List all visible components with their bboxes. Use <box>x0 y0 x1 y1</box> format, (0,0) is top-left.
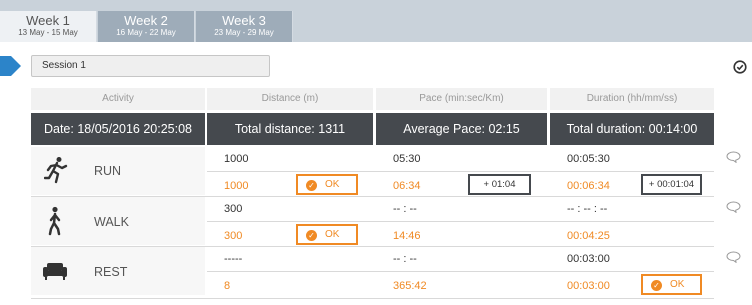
week-tab-bar: Week 1 13 May - 15 May Week 2 16 May - 2… <box>0 0 752 42</box>
comment-icon[interactable] <box>726 201 741 213</box>
comment-icon[interactable] <box>726 151 741 163</box>
row-divider <box>31 246 714 247</box>
check-circle-icon[interactable] <box>733 60 747 74</box>
actual-pace: 365:42 <box>393 280 427 292</box>
distance-ok-badge: ✓ OK <box>296 224 358 245</box>
actual-pace: 06:34 <box>393 180 421 192</box>
actual-distance: 8 <box>224 280 231 292</box>
session-selector[interactable]: Session 1 <box>31 55 270 77</box>
row-divider <box>207 171 714 172</box>
badge-label: OK <box>670 279 685 290</box>
tab-week-2[interactable]: Week 2 16 May - 22 May <box>98 11 195 42</box>
tab-week-3[interactable]: Week 3 23 May - 29 May <box>196 11 293 42</box>
actual-duration: 00:03:00 <box>567 280 610 292</box>
tab-title: Week 3 <box>222 13 266 28</box>
summary-total-duration: Total duration: 00:14:00 <box>566 122 698 136</box>
comment-icon[interactable] <box>726 251 741 263</box>
planned-distance: 300 <box>224 203 243 215</box>
planned-distance: 1000 <box>224 153 249 165</box>
column-header-activity: Activity <box>31 88 205 110</box>
activity-name: WALK <box>94 215 129 229</box>
tab-date-range: 13 May - 15 May <box>18 28 78 37</box>
planned-duration: -- : -- : -- <box>567 203 608 215</box>
actual-duration: 00:04:25 <box>567 230 610 242</box>
duration-delta-badge: + 00:01:04 <box>641 174 702 195</box>
summary-average-pace: Average Pace: 02:15 <box>403 122 520 136</box>
column-header-duration: Duration (hh/mm/ss) <box>550 88 714 110</box>
badge-label: OK <box>325 179 340 190</box>
row-divider <box>31 196 714 197</box>
distance-ok-badge: ✓ OK <box>296 174 358 195</box>
walk-icon <box>48 206 61 236</box>
row-divider <box>207 221 714 222</box>
tab-week-1[interactable]: Week 1 13 May - 15 May <box>0 11 97 42</box>
check-icon: ✓ <box>306 230 317 241</box>
badge-label: OK <box>325 229 340 240</box>
activity-name: REST <box>94 265 128 279</box>
check-icon: ✓ <box>306 180 317 191</box>
row-divider <box>207 271 714 272</box>
check-icon: ✓ <box>651 280 662 291</box>
run-icon <box>44 157 68 184</box>
activity-name: RUN <box>94 164 122 178</box>
row-divider <box>31 298 714 299</box>
planned-duration: 00:03:00 <box>567 253 610 265</box>
column-header-distance: Distance (m) <box>207 88 373 110</box>
actual-distance: 1000 <box>224 180 249 192</box>
actual-distance: 300 <box>224 230 243 242</box>
planned-pace: -- : -- <box>393 203 417 215</box>
sofa-icon <box>43 263 67 280</box>
planned-distance: ----- <box>224 253 243 265</box>
tab-date-range: 23 May - 29 May <box>214 28 274 37</box>
duration-ok-badge: ✓ OK <box>641 274 702 295</box>
actual-duration: 00:06:34 <box>567 180 610 192</box>
session-marker-icon <box>0 56 21 76</box>
planned-pace: 05:30 <box>393 153 421 165</box>
planned-duration: 00:05:30 <box>567 153 610 165</box>
summary-total-distance: Total distance: 1311 <box>234 122 346 136</box>
column-header-pace: Pace (min:sec/Km) <box>376 88 547 110</box>
actual-pace: 14:46 <box>393 230 421 242</box>
summary-date: Date: 18/05/2016 20:25:08 <box>43 122 193 136</box>
tab-title: Week 2 <box>124 13 168 28</box>
tab-date-range: 16 May - 22 May <box>116 28 176 37</box>
planned-pace: -- : -- <box>393 253 417 265</box>
pace-delta-badge: + 01:04 <box>468 174 531 195</box>
tab-title: Week 1 <box>26 13 70 28</box>
